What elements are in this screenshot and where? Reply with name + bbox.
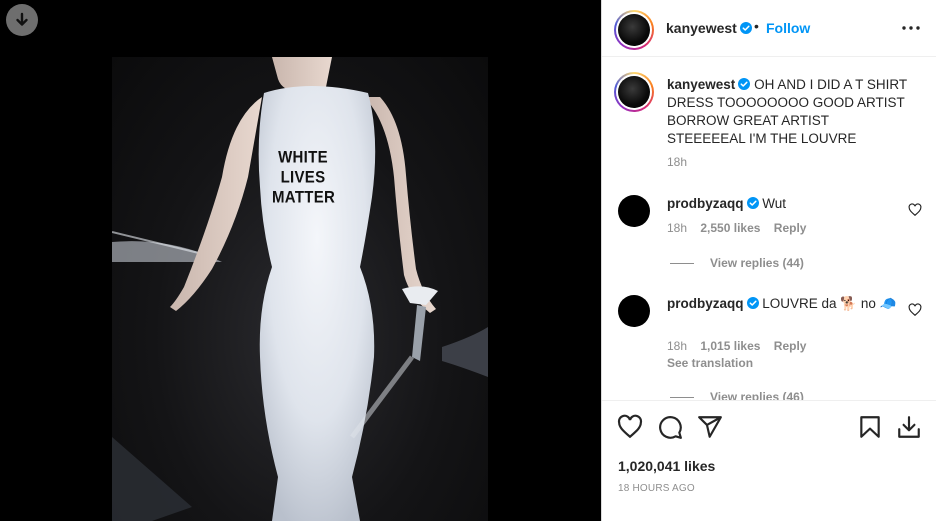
comment-like-heart-icon[interactable] — [908, 203, 922, 217]
download-icon[interactable] — [6, 4, 38, 36]
verified-badge-icon — [738, 78, 751, 90]
commenter-avatar[interactable] — [618, 195, 650, 227]
post-header: kanyewest • Follow — [602, 0, 936, 57]
more-options-icon[interactable] — [899, 18, 923, 38]
author-avatar[interactable] — [614, 10, 654, 50]
comment-like-heart-icon[interactable] — [908, 303, 922, 317]
comment-username[interactable]: prodbyzaqq — [667, 196, 744, 211]
comment-body: prodbyzaqq Wut — [667, 195, 897, 213]
see-translation-link[interactable]: See translation — [667, 356, 753, 370]
post-photo[interactable]: WHITE LIVES MATTER — [112, 57, 488, 521]
author-username[interactable]: kanyewest — [666, 20, 752, 36]
follow-button[interactable]: Follow — [766, 20, 810, 36]
comments-section: kanyewest OH AND I DID A T SHIRT DRESS T… — [602, 57, 936, 400]
comment-body: prodbyzaqq LOUVRE da 🐕 no 🧢 — [667, 295, 897, 313]
comment-text: LOUVRE da 🐕 no 🧢 — [762, 296, 897, 311]
save-download-icon[interactable] — [896, 414, 922, 440]
commenter-avatar[interactable] — [618, 295, 650, 327]
share-icon[interactable] — [697, 414, 723, 440]
bookmark-icon[interactable] — [857, 414, 883, 440]
verified-badge-icon — [746, 297, 759, 309]
post-likes-count[interactable]: 1,020,041 likes — [618, 458, 715, 474]
caption-author-avatar[interactable] — [614, 72, 654, 112]
view-replies-button[interactable]: View replies (44) — [670, 256, 804, 270]
post-side-panel: kanyewest • Follow kanyewest OH AND I DI… — [601, 0, 936, 521]
post-media: WHITE LIVES MATTER — [0, 0, 601, 521]
view-replies-button[interactable]: View replies (46) — [670, 390, 804, 400]
reply-button[interactable]: Reply — [774, 339, 807, 353]
comment-text: Wut — [762, 196, 787, 211]
post-timestamp[interactable]: 18 HOURS AGO — [618, 483, 695, 494]
caption-time[interactable]: 18h — [667, 155, 687, 169]
comment-username[interactable]: prodbyzaqq — [667, 296, 744, 311]
caption-username[interactable]: kanyewest — [667, 77, 735, 92]
heart-icon[interactable] — [617, 414, 643, 440]
post-caption: kanyewest OH AND I DID A T SHIRT DRESS T… — [667, 76, 907, 148]
shirt-print-text: WHITE LIVES MATTER — [272, 148, 336, 207]
comment-meta: 18h 1,015 likes Reply — [667, 339, 806, 353]
comment-likes[interactable]: 2,550 likes — [700, 221, 760, 235]
comment-likes[interactable]: 1,015 likes — [700, 339, 760, 353]
comment-time[interactable]: 18h — [667, 221, 687, 235]
verified-badge-icon — [739, 22, 752, 34]
comment-meta: 18h 2,550 likes Reply — [667, 221, 806, 235]
reply-button[interactable]: Reply — [774, 221, 807, 235]
verified-badge-icon — [746, 197, 759, 209]
comment-time[interactable]: 18h — [667, 339, 687, 353]
post-actions: 1,020,041 likes 18 HOURS AGO — [602, 400, 936, 521]
separator-dot: • — [754, 18, 759, 34]
comment-icon[interactable] — [657, 414, 683, 440]
